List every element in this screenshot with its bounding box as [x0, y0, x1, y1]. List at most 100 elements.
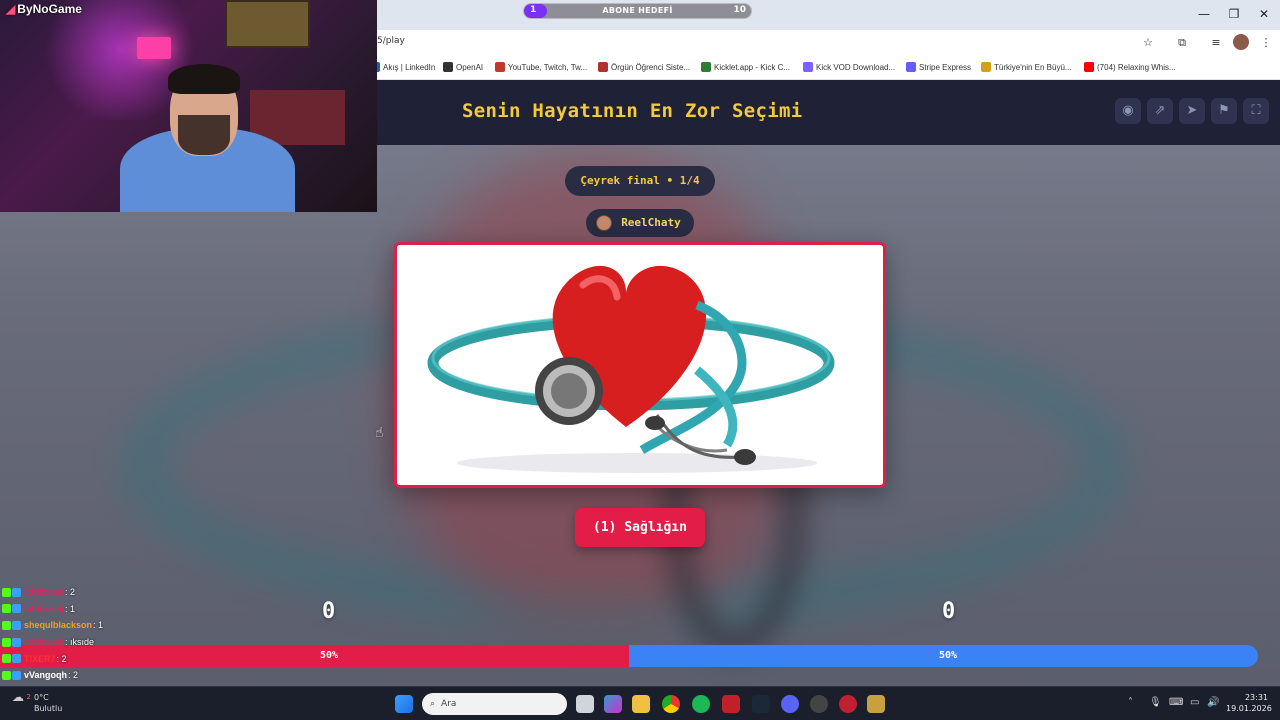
- bookmark-favicon-icon: [906, 62, 916, 72]
- cloud-icon: ☁: [12, 690, 24, 704]
- percent-left: 50%: [320, 650, 339, 661]
- chat-text: : ıksıde: [65, 637, 95, 648]
- webcam-overlay: ◢ ByNoGame: [0, 0, 377, 212]
- score-left: 0: [322, 599, 336, 624]
- bookmark-label: Kicklet.app - Kick C...: [714, 62, 791, 72]
- kick-badge-icon: [2, 637, 11, 647]
- chat-text: : 1: [93, 620, 104, 631]
- kick-badge-icon: [2, 670, 11, 680]
- sub-badge-icon: [12, 670, 21, 680]
- task-view-icon[interactable]: [576, 695, 594, 713]
- bookmark-star-icon[interactable]: ☆: [1140, 35, 1156, 51]
- bookmark-item[interactable]: Kicklet.app - Kick C...: [701, 60, 790, 74]
- chat-text: : 2: [65, 587, 76, 598]
- minimize-button[interactable]: —: [1192, 5, 1216, 23]
- search-icon: ⌕: [430, 699, 436, 709]
- bookmark-label: Kick VOD Download...: [816, 62, 896, 72]
- app-red-icon[interactable]: [722, 695, 740, 713]
- network-icon[interactable]: ▭: [1190, 697, 1199, 708]
- user-pill: ReelChaty: [586, 209, 694, 237]
- chrome-icon[interactable]: [662, 695, 680, 713]
- bookmark-label: YouTube, Twitch, Tw...: [508, 62, 588, 72]
- subscriber-goal-target: 10: [733, 5, 746, 15]
- bookmark-item[interactable]: YouTube, Twitch, Tw...: [495, 60, 587, 74]
- weather-widget[interactable]: ☁ 2 0°C Bulutlu: [12, 690, 62, 713]
- url-text[interactable]: 5/play: [377, 36, 405, 46]
- clock-time: 23:31: [1244, 693, 1268, 702]
- user-name: ReelChaty: [621, 216, 681, 229]
- eye-icon[interactable]: ◉: [1115, 98, 1141, 124]
- send-icon[interactable]: ➤: [1179, 98, 1205, 124]
- weather-badge: 2: [26, 693, 32, 701]
- bookmark-item[interactable]: (704) Relaxing Whis...: [1084, 60, 1176, 74]
- chat-message: lchliturek: 2: [2, 584, 202, 601]
- chat-username: lchliturek: [24, 603, 65, 614]
- subscriber-goal-label: ABONE HEDEFİ: [602, 6, 673, 15]
- kick-badge-icon: [2, 587, 11, 597]
- bookmark-item[interactable]: OpenAI: [443, 60, 483, 74]
- steam-icon[interactable]: [752, 695, 770, 713]
- tray-chevron-icon[interactable]: ˄: [1128, 697, 1133, 708]
- bookmark-item[interactable]: Stripe Express: [906, 60, 971, 74]
- score-right: 0: [942, 599, 956, 624]
- bookmark-label: Akış | LinkedIn: [383, 62, 436, 72]
- weather-desc: Bulutlu: [34, 704, 63, 713]
- stream-logo-text: ByNoGame: [17, 2, 82, 16]
- clock-date: 19.01.2026: [1226, 704, 1272, 713]
- search-placeholder: Ara: [441, 699, 457, 709]
- stream-logo: ◢ ByNoGame: [6, 2, 82, 16]
- chat-username: shequlblackson: [24, 620, 93, 631]
- kick-badge-icon: [2, 620, 11, 630]
- chat-message: TIXER7: 2: [2, 650, 202, 667]
- bookmark-label: (704) Relaxing Whis...: [1097, 62, 1176, 72]
- bookmark-item[interactable]: Kick VOD Download...: [803, 60, 895, 74]
- screen: 1 ABONE HEDEFİ 10 — ❐ ✕ 5/play ☆ ⧉ ≡ ⋮ A…: [0, 0, 1280, 720]
- choice-button[interactable]: (1) Sağlığın: [575, 508, 705, 547]
- choice-image-card[interactable]: [394, 242, 886, 488]
- obs-icon[interactable]: [810, 695, 828, 713]
- bookmark-favicon-icon: [495, 62, 505, 72]
- bookmark-label: OpenAI: [456, 62, 484, 72]
- fullscreen-icon[interactable]: ⛶: [1243, 98, 1269, 124]
- bookmark-item[interactable]: Türkiye'nin En Büyü...: [981, 60, 1072, 74]
- bookmark-item[interactable]: Akış | LinkedIn: [370, 60, 435, 74]
- weather-temp: 0°C: [34, 693, 49, 702]
- discord-icon[interactable]: [781, 695, 799, 713]
- file-explorer-icon[interactable]: [632, 695, 650, 713]
- sub-badge-icon: [12, 654, 21, 664]
- round-indicator: Çeyrek final • 1/4: [565, 166, 715, 196]
- close-button[interactable]: ✕: [1252, 5, 1276, 23]
- chat-username: vVangoqh: [24, 670, 68, 681]
- taskbar-search[interactable]: ⌕ Ara: [422, 693, 567, 715]
- maximize-button[interactable]: ❐: [1222, 5, 1246, 23]
- chat-text: : 2: [68, 670, 79, 681]
- media-control-icon[interactable]: ≡: [1208, 35, 1224, 51]
- app-round-red-icon[interactable]: [839, 695, 857, 713]
- taskbar-clock[interactable]: 23:31 19.01.2026: [1226, 692, 1272, 714]
- volume-icon[interactable]: 🔊: [1207, 697, 1219, 708]
- chat-text: : 1: [65, 603, 76, 614]
- start-icon[interactable]: [395, 695, 413, 713]
- league-icon[interactable]: [867, 695, 885, 713]
- bookmark-favicon-icon: [443, 62, 453, 72]
- game-title: Senin Hayatının En Zor Seçimi: [462, 100, 803, 122]
- microphone-icon[interactable]: 🎙: [1149, 697, 1162, 708]
- spotify-icon[interactable]: [692, 695, 710, 713]
- extensions-icon[interactable]: ⧉: [1174, 35, 1190, 51]
- keyboard-icon[interactable]: ⌨: [1169, 697, 1183, 708]
- stream-logo-icon: ◢: [6, 2, 16, 16]
- subscriber-goal-bar: 1 ABONE HEDEFİ 10: [523, 3, 752, 19]
- user-avatar: [596, 215, 612, 231]
- menu-icon[interactable]: ⋮: [1258, 35, 1274, 51]
- flag-icon[interactable]: ⚑: [1211, 98, 1237, 124]
- streamer-hair: [168, 64, 240, 94]
- chat-overlay: lchliturek: 2 lchliturek: 1 shequlblackson…: [2, 584, 202, 684]
- bookmark-favicon-icon: [598, 62, 608, 72]
- kick-badge-icon: [2, 604, 11, 614]
- bookmark-item[interactable]: Örgün Öğrenci Siste...: [598, 60, 690, 74]
- copilot-icon[interactable]: [604, 695, 622, 713]
- profile-avatar[interactable]: [1233, 34, 1249, 50]
- share-icon[interactable]: ⇗: [1147, 98, 1173, 124]
- streamer-beard: [178, 115, 230, 155]
- sub-badge-icon: [12, 620, 21, 630]
